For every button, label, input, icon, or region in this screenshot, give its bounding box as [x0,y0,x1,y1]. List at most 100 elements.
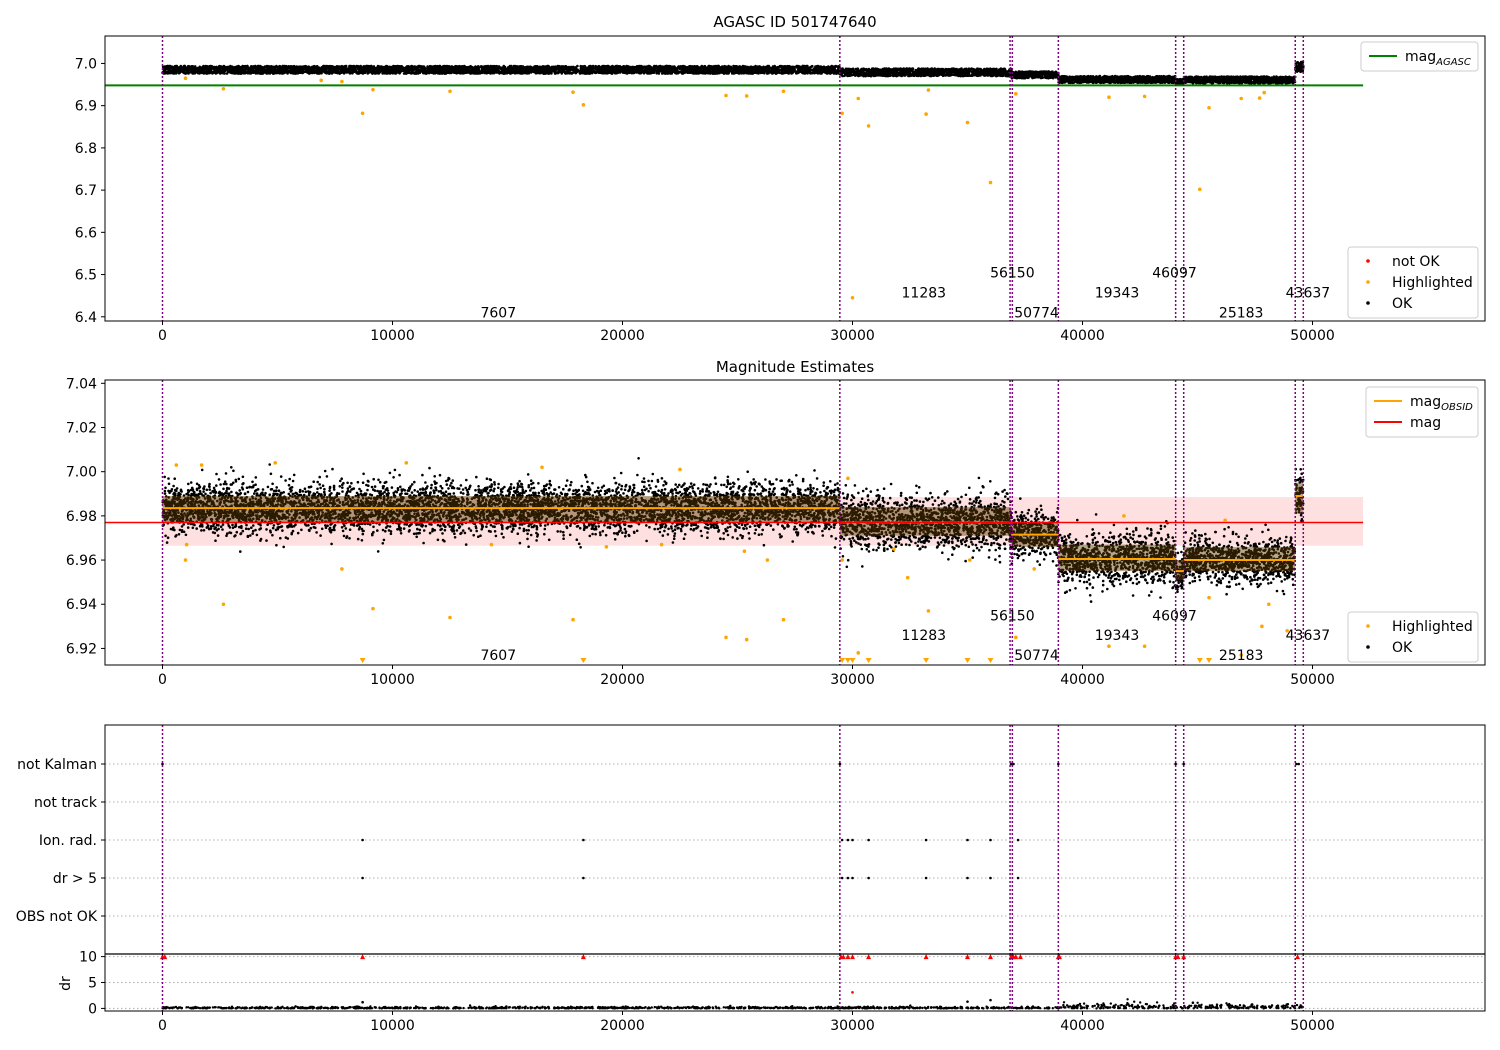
ok-point [191,72,195,75]
ok-point [538,65,541,69]
ok-point [518,71,522,75]
ok-point [641,65,644,68]
ok-point [566,66,569,70]
ok-point [430,68,434,71]
ok-point [448,69,452,73]
ok-point [824,66,828,70]
ok-point [510,71,513,75]
ok-point [758,70,761,73]
ok-point [587,72,591,75]
ok-point [442,68,445,72]
ok-point [228,66,232,70]
ok-point [712,71,715,75]
ok-point [310,71,314,74]
ok-point [733,67,737,71]
ok-point [428,65,431,69]
ok-point [767,64,771,68]
ok-point [215,67,219,70]
ok-point [396,64,399,68]
ok-point [707,69,711,72]
ok-point [533,67,536,71]
ok-point [646,71,649,75]
ok-point [546,64,549,68]
ok-point [306,70,309,73]
ok-point [290,66,293,70]
ok-point [366,66,369,70]
ok-point [595,66,599,69]
ok-point [239,66,243,69]
ok-point [746,65,749,69]
ok-point [664,66,668,69]
ok-point [351,67,354,70]
ok-point [508,64,512,68]
ok-point [613,70,616,74]
ok-point [796,64,800,68]
ok-point [335,65,339,68]
ok-point [724,69,727,73]
ok-point [626,65,630,68]
ok-point [609,69,613,72]
ok-point [732,64,735,68]
ok-point [175,68,179,71]
ok-point [421,70,425,74]
ok-point [384,66,388,70]
ok-point [651,69,655,73]
ok-point [185,68,188,71]
ok-point [371,67,375,71]
ok-point [398,66,402,69]
ok-point [492,69,496,73]
ok-point [294,72,298,75]
ok-point [343,65,347,69]
ok-point [791,65,794,69]
ok-point [827,65,830,68]
ok-point [647,68,650,72]
ok-point [211,66,214,69]
ok-point [571,67,574,71]
ok-point [201,71,205,75]
ok-point [505,70,509,73]
ok-point [437,65,441,68]
ok-point [702,65,705,69]
ok-point [602,67,605,71]
ok-point [500,69,504,72]
ok-point [796,70,799,73]
ok-point [655,71,659,75]
ok-point [257,71,260,75]
ok-point [460,65,464,69]
ok-point [253,70,256,73]
ok-point [790,68,794,71]
ok-point [490,66,494,70]
ok-point [466,66,470,69]
ok-point [362,69,366,73]
ok-point [283,67,286,70]
ok-point [415,67,419,71]
ok-point [585,67,588,71]
ok-point [235,71,238,74]
ok-point [209,69,213,73]
ok-point [686,68,689,72]
ok-point [582,68,585,71]
ok-point [752,68,755,72]
ok-point [256,66,260,70]
ok-point [721,66,724,70]
ok-point [334,70,338,73]
ok-point [522,68,525,72]
ok-point [488,71,492,75]
ok-point [227,69,231,73]
ok-point [190,65,193,68]
ok-point [543,68,546,71]
ok-point [420,65,423,68]
ok-point [388,69,392,73]
ok-point [346,67,349,71]
ok-point [372,71,376,74]
ok-point [225,72,229,75]
ok-point [287,70,291,73]
ok-point [445,65,449,69]
ok-point [278,66,281,70]
ok-point [169,70,172,74]
ok-point [799,67,803,70]
ok-point [578,69,581,73]
ok-point [402,69,406,73]
ok-point [632,65,636,69]
ok-point [255,69,259,72]
